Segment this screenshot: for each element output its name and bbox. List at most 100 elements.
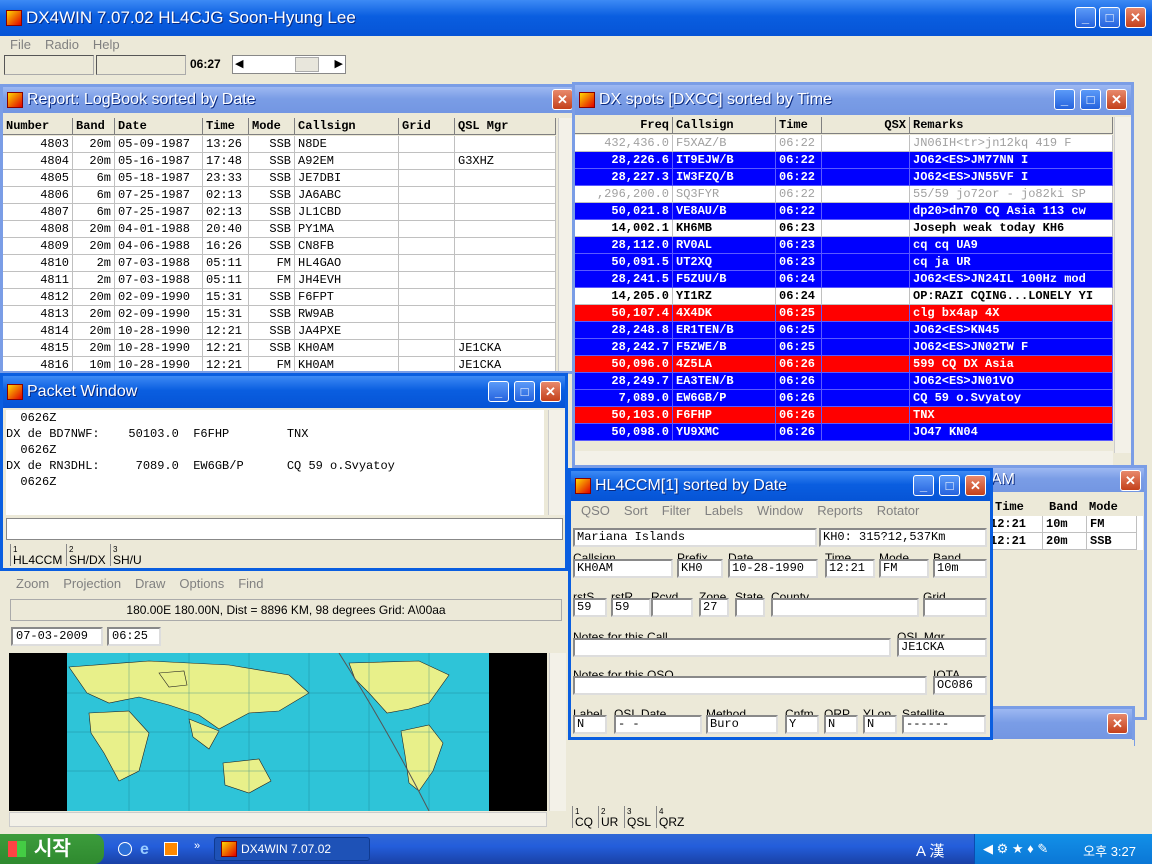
label-field[interactable]: N: [573, 715, 607, 734]
dxspot-row[interactable]: 28,227.3 IW3FZQ/B 06:22 JO62<ES>JN55VF I: [575, 169, 1113, 186]
bottom-tab-qsl[interactable]: 3 QSL: [624, 806, 651, 828]
menu-help[interactable]: Help: [93, 37, 120, 54]
packet-titlebar[interactable]: Packet Window _ □ ✕: [3, 376, 565, 408]
logbook-col-date[interactable]: Date: [115, 118, 203, 134]
qso-maximize-button[interactable]: □: [939, 475, 960, 496]
qso-menu-sort[interactable]: Sort: [624, 503, 648, 518]
logbook-row[interactable]: 4815 20m 10-28-1990 12:21 SSB KH0AM JE1CKA: [3, 340, 556, 357]
logbook-row[interactable]: 4816 10m 10-28-1990 12:21 FM KH0AM JE1CKA: [3, 357, 556, 371]
county-field[interactable]: [771, 598, 919, 617]
logbook-row[interactable]: 4809 20m 04-06-1988 16:26 SSB CN8FB: [3, 238, 556, 255]
map-menu-options[interactable]: Options: [179, 576, 224, 591]
rstr-field[interactable]: 59: [611, 598, 651, 617]
dxspot-row[interactable]: 432,436.0 F5XAZ/B 06:22 JN06IH<tr>jn12kq 41…: [575, 135, 1113, 152]
hidden-window-close-button[interactable]: ✕: [1107, 713, 1128, 734]
start-button[interactable]: 시작: [0, 834, 104, 864]
map-time-field[interactable]: 06:25: [107, 627, 161, 646]
logbook-row[interactable]: 4807 6m 07-25-1987 02:13 SSB JL1CBD: [3, 204, 556, 221]
dxspot-row[interactable]: 14,002.1 KH6MB 06:23 Joseph weak today KH6: [575, 220, 1113, 237]
method-field[interactable]: Buro: [706, 715, 778, 734]
logbook-row[interactable]: 4811 2m 07-03-1988 05:11 FM JH4EVH: [3, 272, 556, 289]
qso-menu-labels[interactable]: Labels: [705, 503, 743, 518]
dxspot-row[interactable]: 28,248.8 ER1TEN/B 06:25 JO62<ES>KN45: [575, 322, 1113, 339]
qsldate-field[interactable]: - -: [614, 715, 702, 734]
minimize-button[interactable]: _: [1075, 7, 1096, 28]
time-slider[interactable]: ◀ ▶: [232, 55, 346, 74]
dxspot-row[interactable]: 50,091.5 UT2XQ 06:23 cq ja UR: [575, 254, 1113, 271]
logbook-row[interactable]: 4804 20m 05-16-1987 17:48 SSB A92EM G3XHZ: [3, 153, 556, 170]
state-field[interactable]: [735, 598, 765, 617]
grid-field[interactable]: [923, 598, 987, 617]
rsts-field[interactable]: 59: [573, 598, 607, 617]
qrp-field[interactable]: N: [824, 715, 858, 734]
notes-call-field[interactable]: [573, 638, 891, 657]
dxspot-row[interactable]: 50,103.0 F6FHP 06:26 TNX: [575, 407, 1113, 424]
logbook-row[interactable]: 4813 20m 02-09-1990 15:31 SSB RW9AB: [3, 306, 556, 323]
dxspot-row[interactable]: 28,242.7 F5ZWE/B 06:25 JO62<ES>JN02TW F: [575, 339, 1113, 356]
dxspots-col-time[interactable]: Time: [776, 117, 822, 133]
menu-radio[interactable]: Radio: [45, 37, 79, 54]
packet-input[interactable]: [6, 518, 563, 540]
language-bar[interactable]: A 漢: [916, 840, 944, 861]
logbook-row[interactable]: 4814 20m 10-28-1990 12:21 SSB JA4PXE: [3, 323, 556, 340]
chevron-icon[interactable]: »: [194, 840, 200, 852]
qso-editor-titlebar[interactable]: HL4CCM[1] sorted by Date _ □ ✕: [571, 471, 990, 501]
rcvd-field[interactable]: [651, 598, 693, 617]
qso-close-button[interactable]: ✕: [965, 475, 986, 496]
logbook-row[interactable]: 4806 6m 07-25-1987 02:13 SSB JA6ABC: [3, 187, 556, 204]
packet-tab-sh-u[interactable]: 3 SH/U: [110, 544, 142, 566]
prefix-field[interactable]: KH0: [677, 559, 723, 578]
quicklaunch-icon-3[interactable]: [164, 842, 178, 856]
dxspot-row[interactable]: 28,112.0 RV0AL 06:23 cq cq UA9: [575, 237, 1113, 254]
qso-menu-reports[interactable]: Reports: [817, 503, 863, 518]
dxspot-row[interactable]: 28,249.7 EA3TEN/B 06:26 JO62<ES>JN01VO: [575, 373, 1113, 390]
dxspot-row[interactable]: 28,226.6 IT9EJW/B 06:22 JO62<ES>JM77NN I: [575, 152, 1113, 169]
map-menu-projection[interactable]: Projection: [63, 576, 121, 591]
dxspot-row[interactable]: 50,107.4 4X4DK 06:25 clg bx4ap 4X: [575, 305, 1113, 322]
logbook-row[interactable]: 4805 6m 05-18-1987 23:33 SSB JE7DBI: [3, 170, 556, 187]
menu-file[interactable]: File: [10, 37, 31, 54]
dxspots-close-button[interactable]: ✕: [1106, 89, 1127, 110]
qso-menu-qso[interactable]: QSO: [581, 503, 610, 518]
satellite-field[interactable]: ------: [902, 715, 986, 734]
time-field[interactable]: 12:21: [825, 559, 875, 578]
maximize-button[interactable]: □: [1099, 7, 1120, 28]
packet-minimize-button[interactable]: _: [488, 381, 509, 402]
dxspots-minimize-button[interactable]: _: [1054, 89, 1075, 110]
dxspots-col-callsign[interactable]: Callsign: [673, 117, 776, 133]
logbook-row[interactable]: 4803 20m 05-09-1987 13:26 SSB N8DE: [3, 136, 556, 153]
logbook-row[interactable]: 4810 2m 07-03-1988 05:11 FM HL4GAO: [3, 255, 556, 272]
country-field[interactable]: Mariana Islands: [573, 528, 817, 547]
callsign-field[interactable]: KH0AM: [573, 559, 673, 578]
map-menu-draw[interactable]: Draw: [135, 576, 165, 591]
close-button[interactable]: ✕: [1125, 7, 1146, 28]
packet-tab-hl4ccm[interactable]: 1 HL4CCM: [10, 544, 62, 566]
notes-qso-field[interactable]: [573, 676, 927, 695]
slider-left-arrow[interactable]: ◀: [235, 57, 243, 70]
logbook-col-mode[interactable]: Mode: [249, 118, 295, 134]
slider-thumb[interactable]: [295, 57, 319, 72]
dxspot-row[interactable]: 28,241.5 F5ZUU/B 06:24 JO62<ES>JN24IL 100Hz…: [575, 271, 1113, 288]
logbook-row[interactable]: 4812 20m 02-09-1990 15:31 SSB F6FPT: [3, 289, 556, 306]
world-map[interactable]: [9, 653, 547, 811]
qso-menu-window[interactable]: Window: [757, 503, 803, 518]
qso-menu-rotator[interactable]: Rotator: [877, 503, 920, 518]
zone-field[interactable]: 27: [699, 598, 729, 617]
ie-icon[interactable]: e: [140, 841, 149, 859]
logbook-titlebar[interactable]: Report: LogBook sorted by Date ✕: [3, 87, 575, 113]
bearing-field[interactable]: KH0: 315?12,537Km: [819, 528, 987, 547]
map-scrollbar[interactable]: [549, 653, 566, 811]
dxspots-maximize-button[interactable]: □: [1080, 89, 1101, 110]
packet-scrollbar[interactable]: [548, 410, 565, 515]
logbook-row[interactable]: 4808 20m 04-01-1988 20:40 SSB PY1MA: [3, 221, 556, 238]
dxspots-col-freq[interactable]: Freq: [575, 117, 673, 133]
dxspots-hscrollbar[interactable]: [575, 451, 1113, 465]
map-hscrollbar[interactable]: [9, 812, 547, 827]
iota-field[interactable]: OC086: [933, 676, 987, 695]
bottom-tab-qrz[interactable]: 4 QRZ: [656, 806, 684, 828]
slider-right-arrow[interactable]: ▶: [335, 57, 343, 70]
packet-close-button[interactable]: ✕: [540, 381, 561, 402]
logbook-col-callsign[interactable]: Callsign: [295, 118, 399, 134]
dxspot-row[interactable]: 50,096.0 4Z5LA 06:26 599 CQ DX Asia: [575, 356, 1113, 373]
dxspot-row[interactable]: 14,205.0 YI1RZ 06:24 OP:RAZI CQING...LONELY…: [575, 288, 1113, 305]
